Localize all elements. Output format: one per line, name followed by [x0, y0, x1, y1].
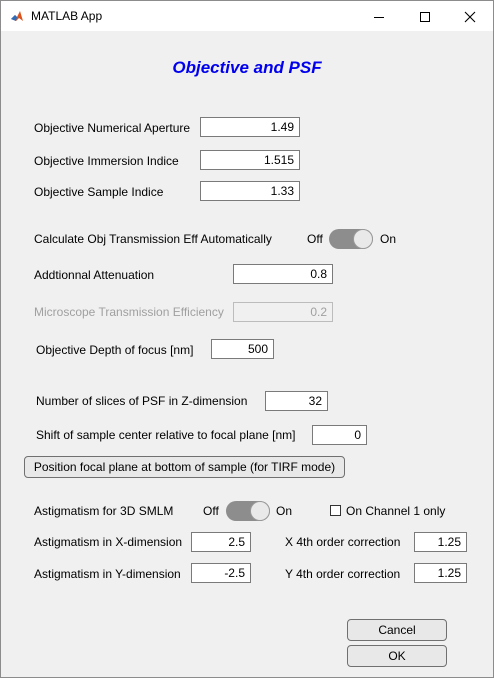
ok-button[interactable]: OK	[347, 645, 447, 667]
close-button[interactable]	[447, 2, 493, 32]
efficiency-label: Microscope Transmission Efficiency	[34, 305, 224, 319]
cancel-button[interactable]: Cancel	[347, 619, 447, 641]
x4-field[interactable]: 1.25	[414, 532, 467, 552]
na-field[interactable]: 1.49	[200, 117, 300, 137]
calc-toggle-off-label: Off	[307, 232, 323, 246]
astig-toggle[interactable]	[226, 501, 270, 521]
slices-field[interactable]: 32	[265, 391, 328, 411]
immersion-label: Objective Immersion Indice	[34, 154, 179, 168]
position-focal-plane-button[interactable]: Position focal plane at bottom of sample…	[24, 456, 345, 478]
close-icon	[464, 11, 476, 23]
channel1-checkbox[interactable]	[330, 505, 341, 516]
depth-label: Objective Depth of focus [nm]	[36, 343, 194, 357]
astig-toggle-on-label: On	[276, 504, 293, 518]
matlab-icon	[10, 9, 24, 23]
efficiency-field: 0.2	[233, 302, 333, 322]
calc-toggle-on-label: On	[380, 232, 397, 246]
astig-x-field[interactable]: 2.5	[191, 532, 251, 552]
attenuation-field[interactable]: 0.8	[233, 264, 333, 284]
toggle-knob	[251, 502, 269, 520]
x4-label: X 4th order correction	[285, 535, 401, 549]
astig-y-label: Astigmatism in Y-dimension	[34, 567, 181, 581]
astig-label: Astigmatism for 3D SMLM	[34, 504, 174, 518]
astig-y-field[interactable]: -2.5	[191, 563, 251, 583]
maximize-button[interactable]	[402, 2, 448, 32]
sample-indice-field[interactable]: 1.33	[200, 181, 300, 201]
immersion-field[interactable]: 1.515	[200, 150, 300, 170]
astig-x-label: Astigmatism in X-dimension	[34, 535, 183, 549]
depth-field[interactable]: 500	[211, 339, 274, 359]
minimize-button[interactable]	[356, 2, 402, 32]
title-bar: MATLAB App	[1, 1, 493, 31]
channel1-label: On Channel 1 only	[346, 504, 446, 518]
maximize-icon	[420, 12, 430, 22]
na-label: Objective Numerical Aperture	[34, 121, 191, 135]
calc-transmission-label: Calculate Obj Transmission Eff Automatic…	[34, 232, 272, 246]
page-title: Objective and PSF	[172, 58, 322, 77]
attenuation-label: Addtionnal Attenuation	[34, 268, 155, 282]
shift-field[interactable]: 0	[312, 425, 367, 445]
minimize-icon	[374, 17, 384, 18]
y4-label: Y 4th order correction	[285, 567, 401, 581]
window-title: MATLAB App	[31, 9, 103, 23]
shift-label: Shift of sample center relative to focal…	[36, 428, 296, 442]
y4-field[interactable]: 1.25	[414, 563, 467, 583]
slices-label: Number of slices of PSF in Z-dimension	[36, 394, 248, 408]
sample-indice-label: Objective Sample Indice	[34, 185, 164, 199]
astig-toggle-off-label: Off	[203, 504, 219, 518]
calc-transmission-toggle[interactable]	[329, 229, 373, 249]
toggle-knob	[354, 230, 372, 248]
